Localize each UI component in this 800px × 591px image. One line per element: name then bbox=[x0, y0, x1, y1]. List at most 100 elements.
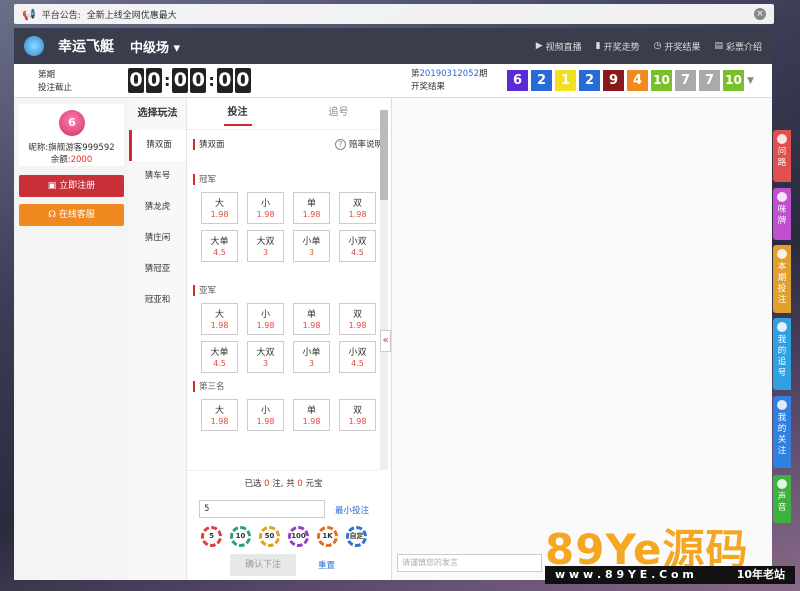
bet-option-odds: 1.98 bbox=[348, 210, 367, 219]
bet-option-odds: 4.5 bbox=[213, 248, 226, 257]
bet-section: 冠军大 1.98 小 1.98 单 1.98 双 1.98 大单 4.5 大双 3 小单 3 小双 4.5 bbox=[193, 172, 376, 262]
bet-option-label: 大 bbox=[214, 199, 224, 209]
bet-option[interactable]: 小 1.98 bbox=[247, 303, 284, 335]
bet-option-odds: 3 bbox=[262, 359, 269, 368]
bet-option-label: 小双 bbox=[348, 237, 367, 247]
bet-option-label: 大单 bbox=[210, 348, 229, 358]
bet-option-label: 双 bbox=[352, 199, 362, 209]
side-tab-label: 本期投注 bbox=[777, 262, 787, 305]
customer-service-button[interactable]: ☊ 在线客服 bbox=[19, 204, 124, 226]
draw-ball: 4 bbox=[627, 70, 648, 91]
announcement-text: 全新上线全网优惠最大 bbox=[86, 10, 177, 21]
bet-option-odds: 3 bbox=[308, 248, 315, 257]
bet-option-odds: 1.98 bbox=[302, 321, 321, 330]
side-tab[interactable]: 我的关注 bbox=[773, 396, 791, 468]
side-tab[interactable]: 本期投注 bbox=[773, 245, 791, 313]
bet-option-label: 单 bbox=[306, 199, 316, 209]
bet-option-odds: 1.98 bbox=[348, 321, 367, 330]
bet-option-label: 大 bbox=[214, 406, 224, 416]
bet-option[interactable]: 大双 3 bbox=[247, 341, 284, 373]
bet-option-label: 单 bbox=[306, 406, 316, 416]
register-button[interactable]: ▣ 立即注册 bbox=[19, 175, 124, 197]
play-type-item[interactable]: 猜庄闲 bbox=[129, 223, 186, 254]
confirm-bet-button[interactable]: 确认下注 bbox=[230, 554, 296, 576]
side-tab-icon bbox=[777, 192, 787, 202]
bet-option[interactable]: 大单 4.5 bbox=[201, 341, 238, 373]
chip-button[interactable]: 5 bbox=[201, 526, 222, 547]
game-title: 幸运飞艇 bbox=[58, 39, 114, 55]
draw-ball: 2 bbox=[579, 70, 600, 91]
bet-option-label: 小单 bbox=[302, 348, 321, 358]
play-type-item[interactable]: 猜龙虎 bbox=[129, 192, 186, 223]
user-nickname: 旗舰游客999592 bbox=[48, 143, 115, 153]
bet-option[interactable]: 单 1.98 bbox=[293, 399, 330, 431]
play-type-item[interactable]: 冠亚和 bbox=[129, 285, 186, 316]
side-tab[interactable]: 咪牌 bbox=[773, 188, 791, 240]
bet-option[interactable]: 小单 3 bbox=[293, 230, 330, 262]
bet-option-label: 双 bbox=[352, 406, 362, 416]
min-bet-link[interactable]: 最小投注 bbox=[335, 504, 369, 516]
chip-button[interactable]: 100 bbox=[288, 526, 309, 547]
bet-option[interactable]: 单 1.98 bbox=[293, 303, 330, 335]
bet-amount-input[interactable]: 5 bbox=[199, 500, 325, 518]
announcement-bar: 📢 平台公告: 全新上线全网优惠最大 × bbox=[14, 4, 774, 24]
section-title: 亚军 bbox=[199, 286, 217, 296]
bet-option-label: 大双 bbox=[256, 237, 275, 247]
bar-chart-icon: ▮ bbox=[595, 41, 601, 51]
bet-option[interactable]: 大 1.98 bbox=[201, 192, 238, 224]
top-header: 幸运飞艇 中级场 ▾ ▶ 视频直播 ▮ 开奖走势 ◷ 开奖结果 ▤ 彩票介绍 bbox=[14, 28, 772, 64]
side-tab-label: 咪牌 bbox=[777, 205, 787, 226]
chat-area: 请谨慎您的发言 bbox=[391, 98, 772, 580]
bet-option-label: 小 bbox=[260, 199, 270, 209]
bet-option[interactable]: 小双 4.5 bbox=[339, 230, 376, 262]
bet-option[interactable]: 双 1.98 bbox=[339, 303, 376, 335]
chip-button[interactable]: 50 bbox=[259, 526, 280, 547]
chip-button[interactable]: 10 bbox=[230, 526, 251, 547]
side-tab[interactable]: 我的追号 bbox=[773, 318, 791, 390]
bet-scrollbar[interactable] bbox=[380, 110, 388, 470]
user-balance: 2000 bbox=[70, 155, 93, 165]
bet-option-odds: 3 bbox=[308, 359, 315, 368]
reset-button[interactable]: 重置 bbox=[318, 559, 335, 571]
bet-option-odds: 1.98 bbox=[210, 417, 229, 426]
bet-option[interactable]: 双 1.98 bbox=[339, 192, 376, 224]
chip-button[interactable]: 自定 bbox=[346, 526, 367, 547]
side-tab[interactable]: 问路 bbox=[773, 130, 791, 182]
play-type-item[interactable]: 猜冠亚 bbox=[129, 254, 186, 285]
room-level-dropdown[interactable]: 中级场 ▾ bbox=[130, 37, 180, 56]
announcement-label: 平台公告: bbox=[41, 10, 81, 21]
bet-option[interactable]: 大单 4.5 bbox=[201, 230, 238, 262]
nav-results[interactable]: ◷ 开奖结果 bbox=[654, 40, 701, 53]
book-icon: ▤ bbox=[714, 41, 723, 51]
bet-option[interactable]: 小单 3 bbox=[293, 341, 330, 373]
bet-option[interactable]: 小 1.98 bbox=[247, 192, 284, 224]
bet-option[interactable]: 大 1.98 bbox=[201, 399, 238, 431]
countdown-timer: 00 : 00 : 00 bbox=[128, 68, 251, 93]
bet-option[interactable]: 双 1.98 bbox=[339, 399, 376, 431]
nav-intro[interactable]: ▤ 彩票介绍 bbox=[714, 40, 762, 53]
close-icon[interactable]: × bbox=[754, 8, 766, 20]
draw-ball: 9 bbox=[603, 70, 624, 91]
side-tab-icon bbox=[777, 400, 787, 410]
nav-trend[interactable]: ▮ 开奖走势 bbox=[596, 40, 640, 53]
bet-option[interactable]: 小 1.98 bbox=[247, 399, 284, 431]
play-type-item[interactable]: 猜车号 bbox=[129, 161, 186, 192]
bet-option[interactable]: 大 1.98 bbox=[201, 303, 238, 335]
expand-results-icon[interactable]: ▼ bbox=[747, 76, 754, 86]
bet-option-label: 单 bbox=[306, 310, 316, 320]
play-type-item[interactable]: 猜双面 bbox=[129, 130, 186, 161]
bet-option[interactable]: 小双 4.5 bbox=[339, 341, 376, 373]
bet-option[interactable]: 大双 3 bbox=[247, 230, 284, 262]
bet-option[interactable]: 单 1.98 bbox=[293, 192, 330, 224]
collapse-icon[interactable]: « bbox=[380, 330, 391, 352]
chip-button[interactable]: 1K bbox=[317, 526, 338, 547]
draw-ball: 7 bbox=[699, 70, 720, 91]
side-tab-icon bbox=[777, 249, 787, 259]
nav-live-video[interactable]: ▶ 视频直播 bbox=[536, 40, 582, 53]
avatar: 6 bbox=[59, 110, 85, 136]
bet-option-label: 双 bbox=[352, 310, 362, 320]
bet-option-odds: 4.5 bbox=[351, 359, 364, 368]
chat-input[interactable]: 请谨慎您的发言 bbox=[397, 554, 542, 572]
last-draw-label: 第20190312052期 开奖结果 bbox=[411, 69, 488, 92]
bet-summary: 已选 0 注, 共 0 元宝 5 最小投注 5 10 50 100 1K 自定 确认下注 … bbox=[187, 470, 380, 580]
